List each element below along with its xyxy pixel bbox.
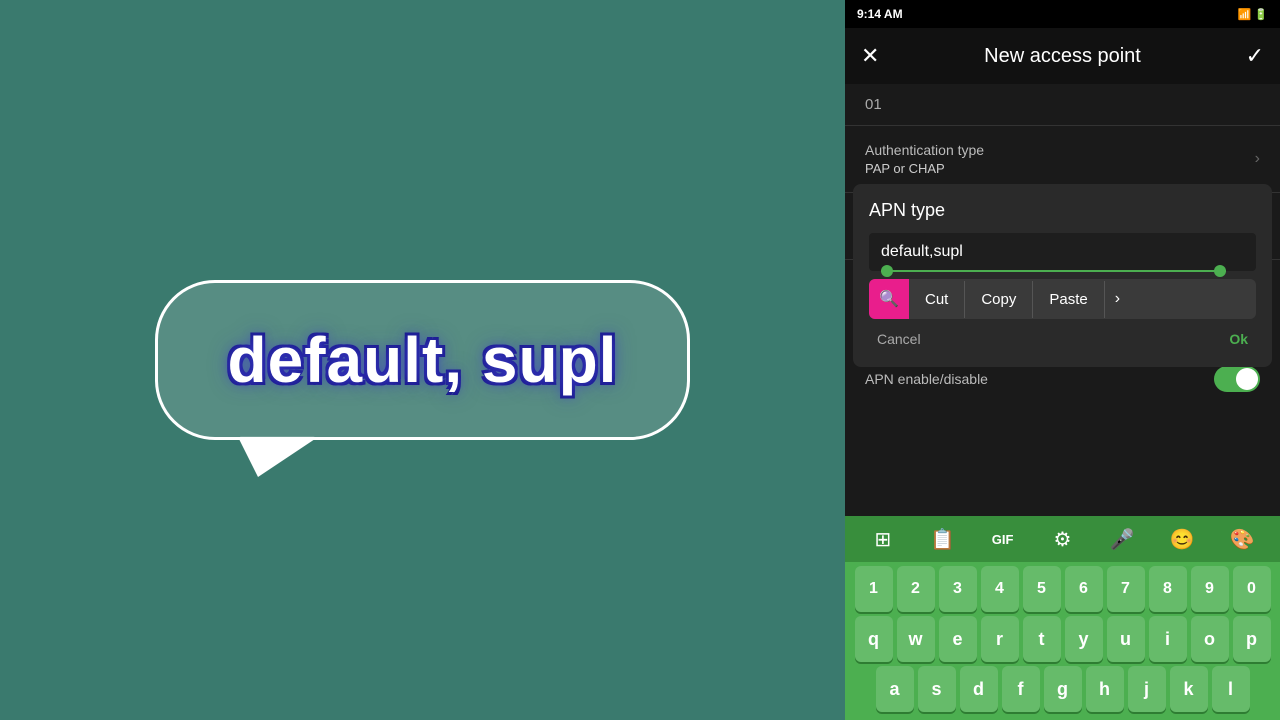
field-id: 01 <box>845 84 1280 126</box>
auth-type-value: PAP or CHAP <box>865 161 1255 176</box>
kb-key-e[interactable]: e <box>939 616 977 662</box>
apn-input-text: default,supl <box>881 243 963 260</box>
content-area: 01 Authentication type PAP or CHAP › APN… <box>845 84 1280 516</box>
cut-button[interactable]: Cut <box>909 281 965 318</box>
speech-bubble: default, supl <box>155 280 691 440</box>
keyboard-tool-gif[interactable]: GIF <box>985 521 1021 557</box>
toggle-knob <box>1236 368 1258 390</box>
kb-key-j[interactable]: j <box>1128 666 1166 712</box>
kb-key-4[interactable]: 4 <box>981 566 1019 612</box>
kb-key-o[interactable]: o <box>1191 616 1229 662</box>
more-button[interactable]: › <box>1105 280 1130 318</box>
kb-key-l[interactable]: l <box>1212 666 1250 712</box>
kb-key-k[interactable]: k <box>1170 666 1208 712</box>
keyboard-tool-theme[interactable]: 🎨 <box>1224 521 1260 557</box>
kb-key-h[interactable]: h <box>1086 666 1124 712</box>
kb-key-0[interactable]: 0 <box>1233 566 1271 612</box>
context-menu: 🔍 Cut Copy Paste › <box>869 279 1256 319</box>
status-icons: 📶 🔋 <box>1238 8 1268 21</box>
ok-button[interactable]: Ok <box>1221 327 1256 351</box>
kb-key-f[interactable]: f <box>1002 666 1040 712</box>
status-time: 9:14 AM <box>857 7 903 21</box>
kb-key-g[interactable]: g <box>1044 666 1082 712</box>
context-search-icon[interactable]: 🔍 <box>869 279 909 319</box>
apn-type-popup: APN type default,supl 🔍 Cut Copy Paste ›… <box>853 184 1272 367</box>
kb-key-s[interactable]: s <box>918 666 956 712</box>
kb-row-asdf: a s d f g h j k l <box>847 666 1278 712</box>
bubble-text: default, supl <box>228 323 618 397</box>
nav-title: New access point <box>984 45 1141 68</box>
close-icon[interactable]: ✕ <box>861 43 879 69</box>
kb-key-2[interactable]: 2 <box>897 566 935 612</box>
kb-key-6[interactable]: 6 <box>1065 566 1103 612</box>
auth-type-label: Authentication type <box>865 142 1255 158</box>
popup-title: APN type <box>869 200 1256 221</box>
apn-input-field[interactable]: default,supl <box>869 233 1256 271</box>
check-icon[interactable]: ✓ <box>1246 43 1264 69</box>
keyboard: ⊞ 📋 GIF ⚙ 🎤 😊 🎨 1 2 3 4 5 6 7 8 9 0 <box>845 516 1280 720</box>
auth-type-chevron: › <box>1255 150 1260 168</box>
kb-key-8[interactable]: 8 <box>1149 566 1187 612</box>
handle-left[interactable] <box>881 265 893 277</box>
kb-key-p[interactable]: p <box>1233 616 1271 662</box>
selection-line <box>881 270 1226 272</box>
kb-key-9[interactable]: 9 <box>1191 566 1229 612</box>
kb-key-y[interactable]: y <box>1065 616 1103 662</box>
phone-panel: 9:14 AM 📶 🔋 ✕ New access point ✓ 01 Auth… <box>845 0 1280 720</box>
keyboard-tool-grid[interactable]: ⊞ <box>865 521 901 557</box>
kb-key-3[interactable]: 3 <box>939 566 977 612</box>
kb-row-numbers: 1 2 3 4 5 6 7 8 9 0 <box>847 566 1278 612</box>
handle-right[interactable] <box>1214 265 1226 277</box>
popup-bottom: Cancel Ok <box>869 327 1256 351</box>
kb-key-a[interactable]: a <box>876 666 914 712</box>
keyboard-tool-settings[interactable]: ⚙ <box>1044 521 1080 557</box>
kb-key-5[interactable]: 5 <box>1023 566 1061 612</box>
keyboard-tool-emoji[interactable]: 😊 <box>1164 521 1200 557</box>
auth-type-row[interactable]: Authentication type PAP or CHAP › <box>845 126 1280 193</box>
paste-button[interactable]: Paste <box>1033 281 1104 318</box>
kb-key-1[interactable]: 1 <box>855 566 893 612</box>
kb-key-d[interactable]: d <box>960 666 998 712</box>
keyboard-rows: 1 2 3 4 5 6 7 8 9 0 q w e r t y u i <box>845 562 1280 720</box>
status-bar: 9:14 AM 📶 🔋 <box>845 0 1280 28</box>
kb-key-q[interactable]: q <box>855 616 893 662</box>
left-panel: default, supl <box>0 0 845 720</box>
kb-key-t[interactable]: t <box>1023 616 1061 662</box>
top-nav: ✕ New access point ✓ <box>845 28 1280 84</box>
toggle-switch[interactable] <box>1214 366 1260 392</box>
kb-key-u[interactable]: u <box>1107 616 1145 662</box>
cancel-button[interactable]: Cancel <box>869 327 929 351</box>
kb-key-i[interactable]: i <box>1149 616 1187 662</box>
keyboard-tool-mic[interactable]: 🎤 <box>1104 521 1140 557</box>
copy-button[interactable]: Copy <box>965 281 1033 318</box>
kb-key-r[interactable]: r <box>981 616 1019 662</box>
kb-key-w[interactable]: w <box>897 616 935 662</box>
keyboard-toolbar: ⊞ 📋 GIF ⚙ 🎤 😊 🎨 <box>845 516 1280 562</box>
kb-key-7[interactable]: 7 <box>1107 566 1145 612</box>
toggle-label: APN enable/disable <box>865 371 988 387</box>
kb-row-qwerty: q w e r t y u i o p <box>847 616 1278 662</box>
keyboard-tool-clipboard[interactable]: 📋 <box>925 521 961 557</box>
